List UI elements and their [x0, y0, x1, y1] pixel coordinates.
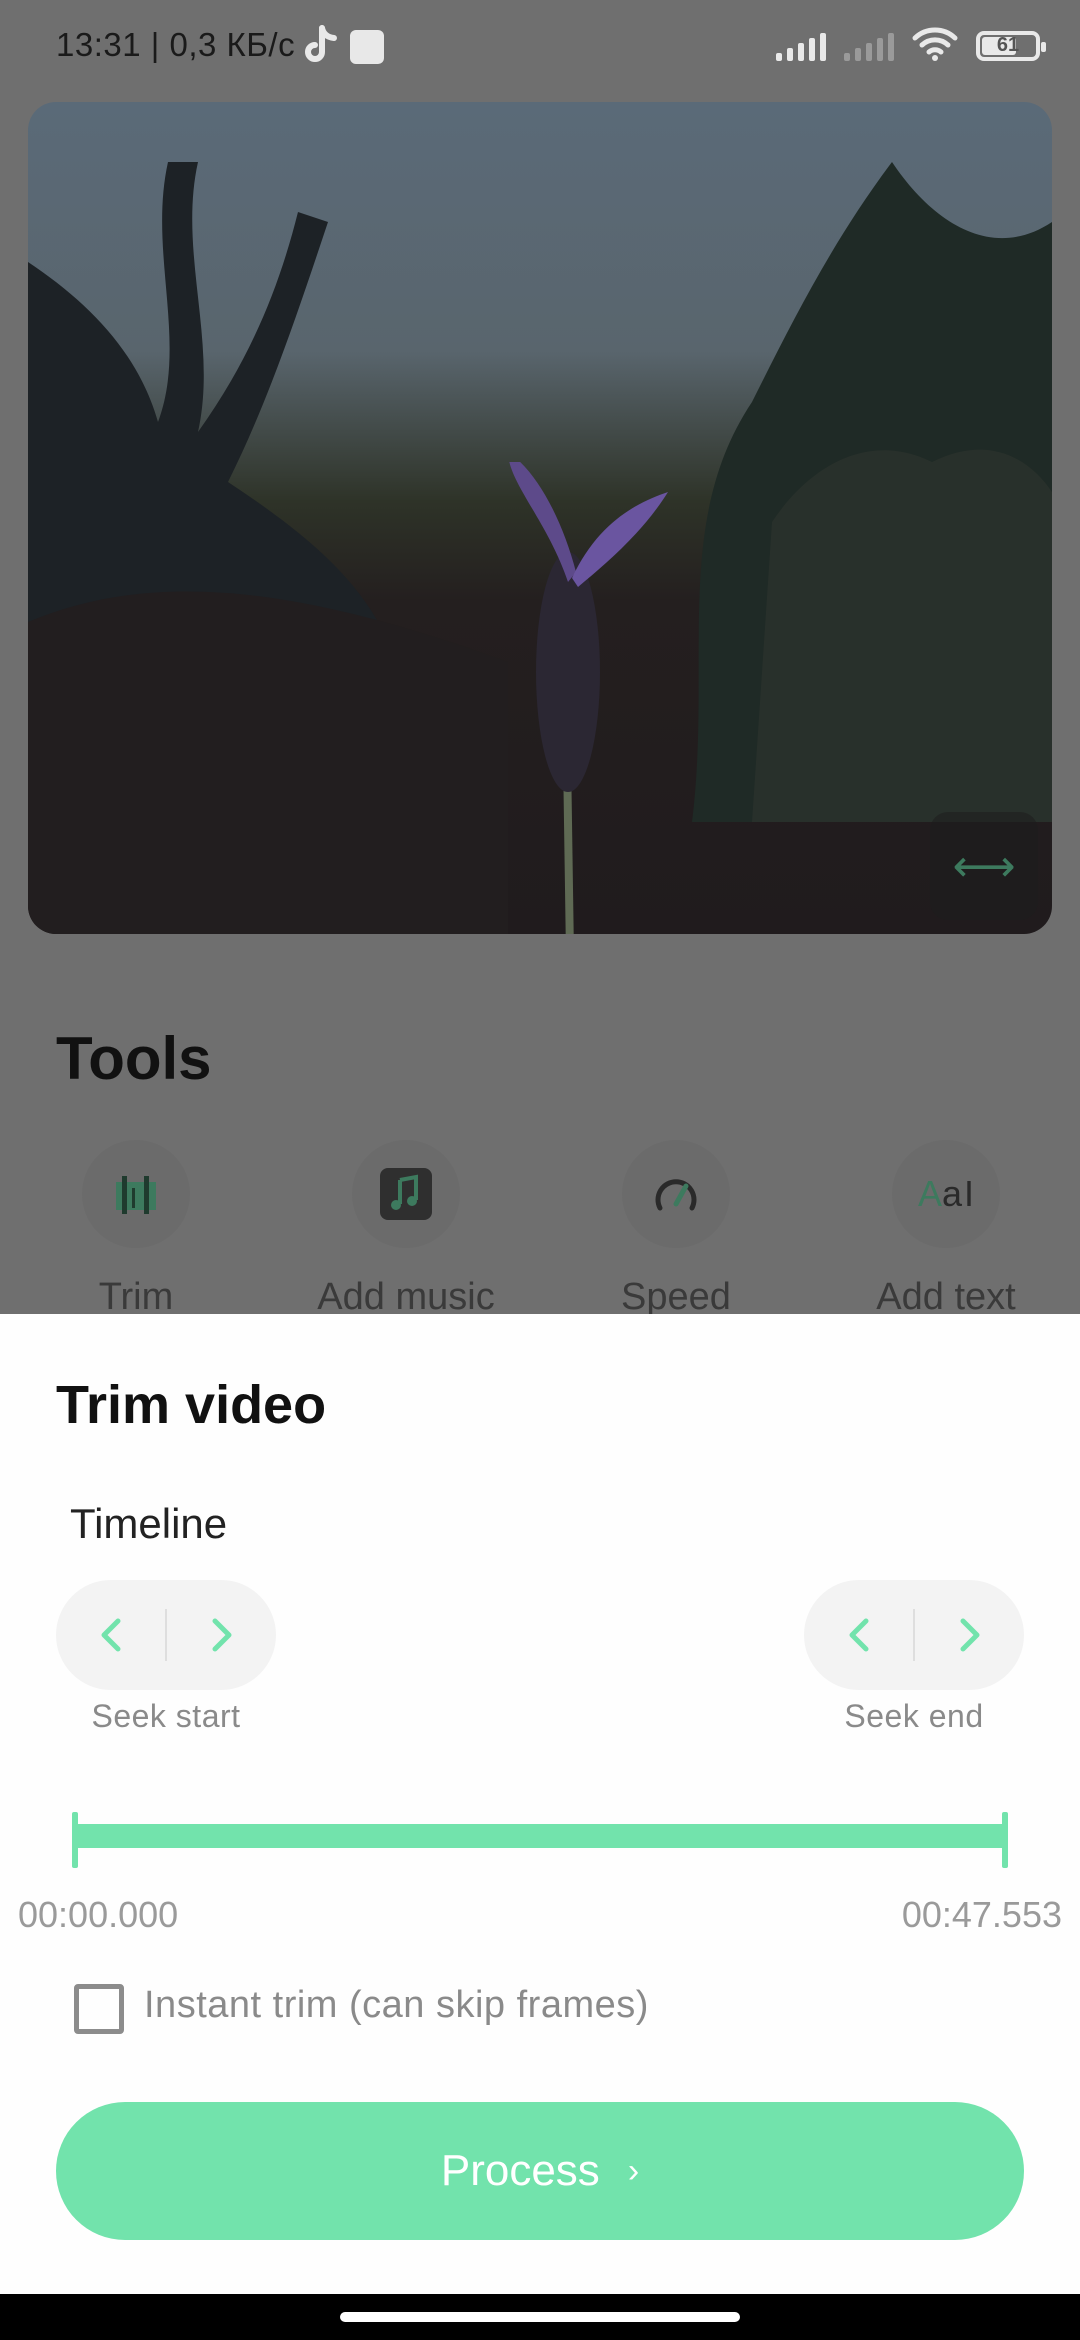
instant-trim-checkbox[interactable]	[74, 1984, 124, 2034]
trim-icon	[82, 1140, 190, 1248]
range-end-time: 00:47.553	[901, 1894, 1062, 1935]
range-start-time: 00:00.000	[18, 1894, 179, 1935]
seek-end-back-button[interactable]	[804, 1580, 913, 1690]
trim-end-handle[interactable]	[1002, 1812, 1008, 1868]
trim-video-sheet: Trim video Timeline Seek start Seek end …	[0, 1314, 1080, 2294]
status-time: 13:31 | 0,3 КБ/с	[56, 26, 296, 63]
process-label: Process	[440, 2146, 600, 2195]
signal-icon	[776, 31, 826, 61]
seek-end-forward-button[interactable]	[915, 1580, 1024, 1690]
horizontal-expand-icon: ⟷	[952, 840, 1016, 892]
chevron-right-icon	[960, 1618, 979, 1652]
video-preview[interactable]: ⟷	[28, 102, 1052, 934]
expand-button[interactable]: ⟷	[930, 812, 1038, 920]
tool-label: Add text	[876, 1276, 1016, 1318]
seek-start-caption: Seek start	[91, 1698, 241, 1734]
seek-start-controls	[56, 1580, 276, 1690]
battery-level: 61	[996, 34, 1020, 56]
trim-range-track[interactable]	[74, 1824, 1008, 1848]
tool-speed[interactable]: Speed	[546, 1140, 806, 1319]
tiktok-icon	[300, 24, 340, 68]
tool-label: Trim	[98, 1276, 174, 1318]
seek-end-caption: Seek end	[844, 1698, 984, 1734]
notification-square-icon	[350, 30, 384, 64]
tool-label: Speed	[621, 1276, 731, 1318]
sheet-title: Trim video	[56, 1375, 327, 1435]
text-icon: AaI	[892, 1140, 1000, 1248]
signal-weak-icon	[844, 31, 894, 61]
chevron-left-icon	[849, 1618, 868, 1652]
tree-trunk-image	[28, 162, 508, 934]
chevron-left-icon	[101, 1618, 120, 1652]
tool-trim[interactable]: Trim	[6, 1140, 266, 1319]
seek-start-back-button[interactable]	[56, 1580, 165, 1690]
seek-end-controls	[804, 1580, 1024, 1690]
tool-label: Add music	[317, 1276, 495, 1318]
seek-start-forward-button[interactable]	[167, 1580, 276, 1690]
status-bar: 13:31 | 0,3 КБ/с 61	[0, 0, 1080, 96]
tools-title: Tools	[56, 1025, 212, 1092]
speed-gauge-icon	[622, 1140, 730, 1248]
flower-image	[509, 462, 668, 934]
tool-add-music[interactable]: Add music	[276, 1140, 536, 1319]
chevron-right-icon: ›	[627, 2151, 640, 2190]
tool-add-text[interactable]: AaI Add text	[816, 1140, 1076, 1319]
battery-icon: 61	[976, 31, 1046, 61]
home-gesture-pill[interactable]	[340, 2312, 740, 2322]
wifi-icon	[912, 27, 958, 65]
process-button[interactable]: Process ›	[56, 2102, 1024, 2240]
music-note-icon	[352, 1140, 460, 1248]
chevron-right-icon	[212, 1618, 231, 1652]
instant-trim-label[interactable]: Instant trim (can skip frames)	[144, 1984, 649, 2027]
navigation-bar	[0, 2294, 1080, 2340]
trim-start-handle[interactable]	[72, 1812, 78, 1868]
timeline-label: Timeline	[70, 1500, 228, 1547]
bush-image	[692, 162, 1052, 822]
